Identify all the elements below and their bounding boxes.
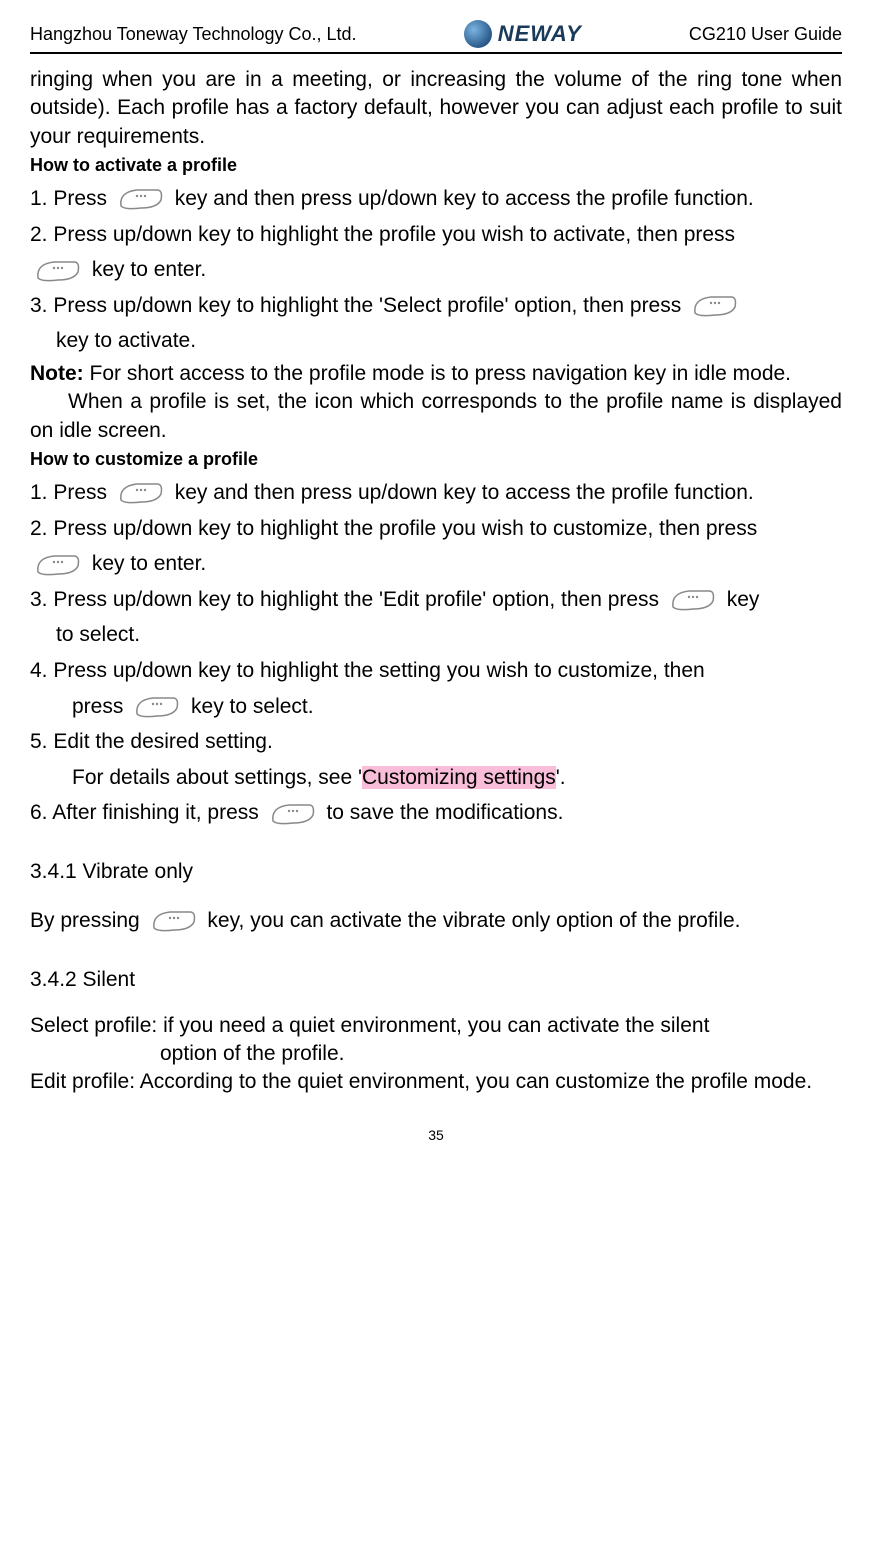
logo-text: NEWAY	[498, 21, 582, 47]
highlight-customizing-settings: Customizing settings	[362, 766, 556, 789]
activate-step-2: 2. Press up/down key to highlight the pr…	[30, 218, 842, 252]
customize-step-6: 6. After finishing it, press to save the…	[30, 796, 842, 830]
silent-select-profile: Select profile: if you need a quiet envi…	[30, 1012, 842, 1040]
customize-step-3-cont: to select.	[30, 618, 842, 652]
intro-paragraph: ringing when you are in a meeting, or in…	[30, 66, 842, 151]
soft-key-icon	[133, 694, 181, 720]
activate-step-3-cont: key to activate.	[30, 324, 842, 358]
silent-select-profile-cont: option of the profile.	[30, 1040, 842, 1068]
text: press	[72, 695, 129, 718]
vibrate-paragraph: By pressing key, you can activate the vi…	[30, 904, 842, 938]
customize-heading: How to customize a profile	[30, 449, 842, 470]
text: key to enter.	[92, 552, 206, 575]
activate-heading: How to activate a profile	[30, 155, 842, 176]
note-paragraph-2: When a profile is set, the icon which co…	[30, 388, 842, 445]
text: By pressing	[30, 909, 146, 932]
section-3-4-1: 3.4.1 Vibrate only	[30, 860, 842, 884]
note-label: Note:	[30, 362, 90, 385]
section-3-4-2: 3.4.2 Silent	[30, 968, 842, 992]
logo-globe-icon	[464, 20, 492, 48]
text: key to enter.	[92, 258, 206, 281]
customize-step-4: 4. Press up/down key to highlight the se…	[30, 654, 842, 688]
activate-step-2-cont: key to enter.	[30, 253, 842, 287]
text: For details about settings, see '	[72, 766, 362, 789]
customize-step-5-detail: For details about settings, see 'Customi…	[30, 761, 842, 795]
activate-step-3: 3. Press up/down key to highlight the 'S…	[30, 289, 842, 323]
text: 1. Press	[30, 187, 113, 210]
text: '.	[556, 766, 566, 789]
customize-step-2-cont: key to enter.	[30, 547, 842, 581]
customize-step-1: 1. Press key and then press up/down key …	[30, 476, 842, 510]
text: 2. Press up/down key to highlight the pr…	[30, 223, 735, 246]
customize-step-5: 5. Edit the desired setting.	[30, 725, 842, 759]
note: Note: For short access to the profile mo…	[30, 360, 842, 388]
text: 2. Press up/down key to highlight the pr…	[30, 517, 757, 540]
text: 1. Press	[30, 481, 113, 504]
soft-key-icon	[34, 258, 82, 284]
soft-key-icon	[117, 480, 165, 506]
soft-key-icon	[269, 801, 317, 827]
text: key and then press up/down key to access…	[175, 481, 754, 504]
text: 3. Press up/down key to highlight the 'E…	[30, 588, 665, 611]
guide-title: CG210 User Guide	[689, 24, 842, 45]
text: 6. After finishing it, press	[30, 801, 265, 824]
text: key	[727, 588, 760, 611]
text: 3. Press up/down key to highlight the 'S…	[30, 294, 687, 317]
page-number: 35	[30, 1127, 842, 1143]
customize-step-2: 2. Press up/down key to highlight the pr…	[30, 512, 842, 546]
silent-edit-profile: Edit profile: According to the quiet env…	[30, 1068, 842, 1096]
text: to save the modifications.	[326, 801, 563, 824]
company-name: Hangzhou Toneway Technology Co., Ltd.	[30, 24, 357, 45]
soft-key-icon	[150, 908, 198, 934]
soft-key-icon	[117, 186, 165, 212]
page-header: Hangzhou Toneway Technology Co., Ltd. NE…	[30, 20, 842, 54]
logo: NEWAY	[464, 20, 582, 48]
soft-key-icon	[669, 587, 717, 613]
text: key, you can activate the vibrate only o…	[207, 909, 740, 932]
note-text: For short access to the profile mode is …	[90, 362, 792, 385]
customize-step-4-cont: press key to select.	[30, 690, 842, 724]
soft-key-icon	[691, 293, 739, 319]
activate-step-1: 1. Press key and then press up/down key …	[30, 182, 842, 216]
customize-step-3: 3. Press up/down key to highlight the 'E…	[30, 583, 842, 617]
soft-key-icon	[34, 552, 82, 578]
text: key and then press up/down key to access…	[175, 187, 754, 210]
text: key to select.	[191, 695, 314, 718]
